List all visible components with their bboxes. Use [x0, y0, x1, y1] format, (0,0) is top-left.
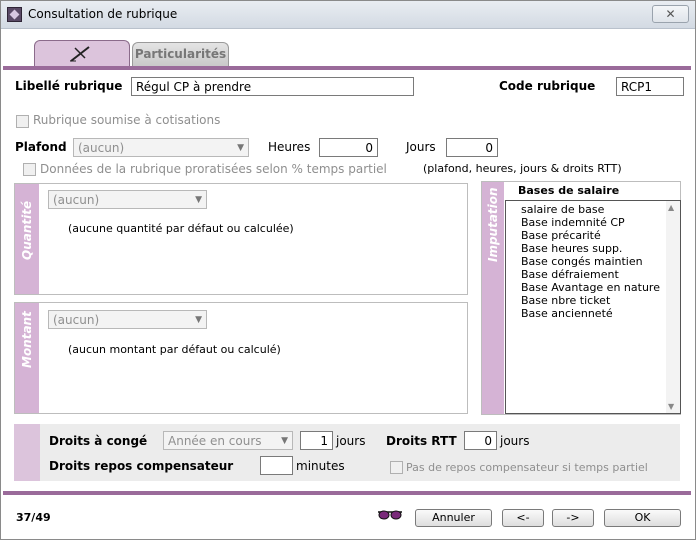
- cotisations-checkbox[interactable]: [16, 115, 29, 128]
- conge-label: Droits à congé: [49, 434, 148, 448]
- cotisations-label: Rubrique soumise à cotisations: [33, 113, 221, 127]
- footer-divider: [3, 491, 691, 495]
- heures-label: Heures: [268, 140, 311, 154]
- scroll-up-icon[interactable]: ▲: [668, 203, 674, 212]
- prorata-note: (plafond, heures, jours & droits RTT): [423, 162, 622, 175]
- prorata-label: Données de la rubrique proratisées selon…: [40, 162, 387, 176]
- montant-note: (aucun montant par défaut ou calculé): [68, 343, 281, 356]
- record-counter: 37/49: [16, 511, 51, 524]
- jours-label: Jours: [406, 140, 436, 154]
- tab-general[interactable]: [34, 40, 130, 67]
- chevron-down-icon: ▼: [281, 436, 288, 446]
- scroll-down-icon[interactable]: ▼: [668, 402, 674, 411]
- list-item[interactable]: Base nbre ticket: [506, 294, 680, 307]
- list-item[interactable]: Base précarité: [506, 229, 680, 242]
- imputation-title: Imputation: [486, 187, 500, 262]
- montant-title: Montant: [20, 311, 34, 368]
- list-item[interactable]: Base heures supp.: [506, 242, 680, 255]
- list-scrollbar[interactable]: ▲ ▼: [666, 201, 680, 413]
- plafond-label: Plafond: [15, 140, 67, 154]
- pas-repos-label: Pas de repos compensateur si temps parti…: [406, 461, 648, 474]
- quantite-value: (aucun): [53, 193, 100, 207]
- title-bar: Consultation de rubrique ✕: [1, 1, 695, 29]
- repos-label: Droits repos compensateur: [49, 459, 234, 473]
- quantite-title: Quantité: [20, 200, 34, 260]
- previous-button[interactable]: <-: [502, 509, 544, 527]
- jours-field[interactable]: 0: [446, 138, 498, 157]
- close-button[interactable]: ✕: [652, 5, 689, 23]
- pen-icon: [70, 46, 90, 62]
- imputation-header: Bases de salaire: [518, 184, 620, 197]
- chevron-down-icon: ▼: [195, 315, 202, 325]
- heures-field[interactable]: 0: [319, 138, 378, 157]
- conge-select[interactable]: Année en cours ▼: [163, 431, 293, 450]
- quantite-select[interactable]: (aucun) ▼: [48, 190, 207, 209]
- conge-period: Année en cours: [168, 434, 262, 448]
- list-item[interactable]: Base ancienneté: [506, 307, 680, 320]
- glasses-icon: [378, 510, 402, 520]
- window-title: Consultation de rubrique: [28, 7, 178, 21]
- conge-unit: jours: [336, 434, 366, 448]
- list-item[interactable]: Base congés maintien: [506, 255, 680, 268]
- list-item[interactable]: salaire de base: [506, 203, 680, 216]
- plafond-value: (aucun): [78, 141, 125, 155]
- code-field[interactable]: RCP1: [616, 77, 684, 96]
- annuler-button[interactable]: Annuler: [415, 509, 492, 527]
- code-label: Code rubrique: [499, 79, 596, 93]
- libelle-field[interactable]: Régul CP à prendre: [131, 77, 414, 96]
- rtt-field[interactable]: 0: [464, 431, 497, 450]
- chevron-down-icon: ▼: [195, 195, 202, 205]
- ok-button[interactable]: OK: [604, 509, 681, 527]
- list-item[interactable]: Base Avantage en nature: [506, 281, 680, 294]
- repos-field[interactable]: [260, 456, 293, 475]
- montant-select[interactable]: (aucun) ▼: [48, 310, 207, 329]
- tab-particularites[interactable]: Particularités: [132, 42, 229, 67]
- conge-field[interactable]: 1: [300, 431, 333, 450]
- rtt-label: Droits RTT: [386, 434, 457, 448]
- bases-salaire-list[interactable]: salaire de base Base indemnité CP Base p…: [505, 200, 681, 414]
- list-item[interactable]: Base défraiement: [506, 268, 680, 281]
- tab-divider: [3, 66, 691, 70]
- prorata-checkbox[interactable]: [23, 163, 36, 176]
- droits-sidebar: [14, 424, 40, 481]
- next-button[interactable]: ->: [552, 509, 594, 527]
- quantite-note: (aucune quantité par défaut ou calculée): [68, 222, 294, 235]
- plafond-select[interactable]: (aucun) ▼: [73, 138, 249, 157]
- app-icon: [7, 7, 22, 22]
- repos-unit: minutes: [296, 459, 345, 473]
- rtt-unit: jours: [500, 434, 530, 448]
- montant-value: (aucun): [53, 313, 100, 327]
- libelle-label: Libellé rubrique: [15, 79, 123, 93]
- chevron-down-icon: ▼: [237, 143, 244, 153]
- pas-repos-checkbox[interactable]: [390, 461, 403, 474]
- list-item[interactable]: Base indemnité CP: [506, 216, 680, 229]
